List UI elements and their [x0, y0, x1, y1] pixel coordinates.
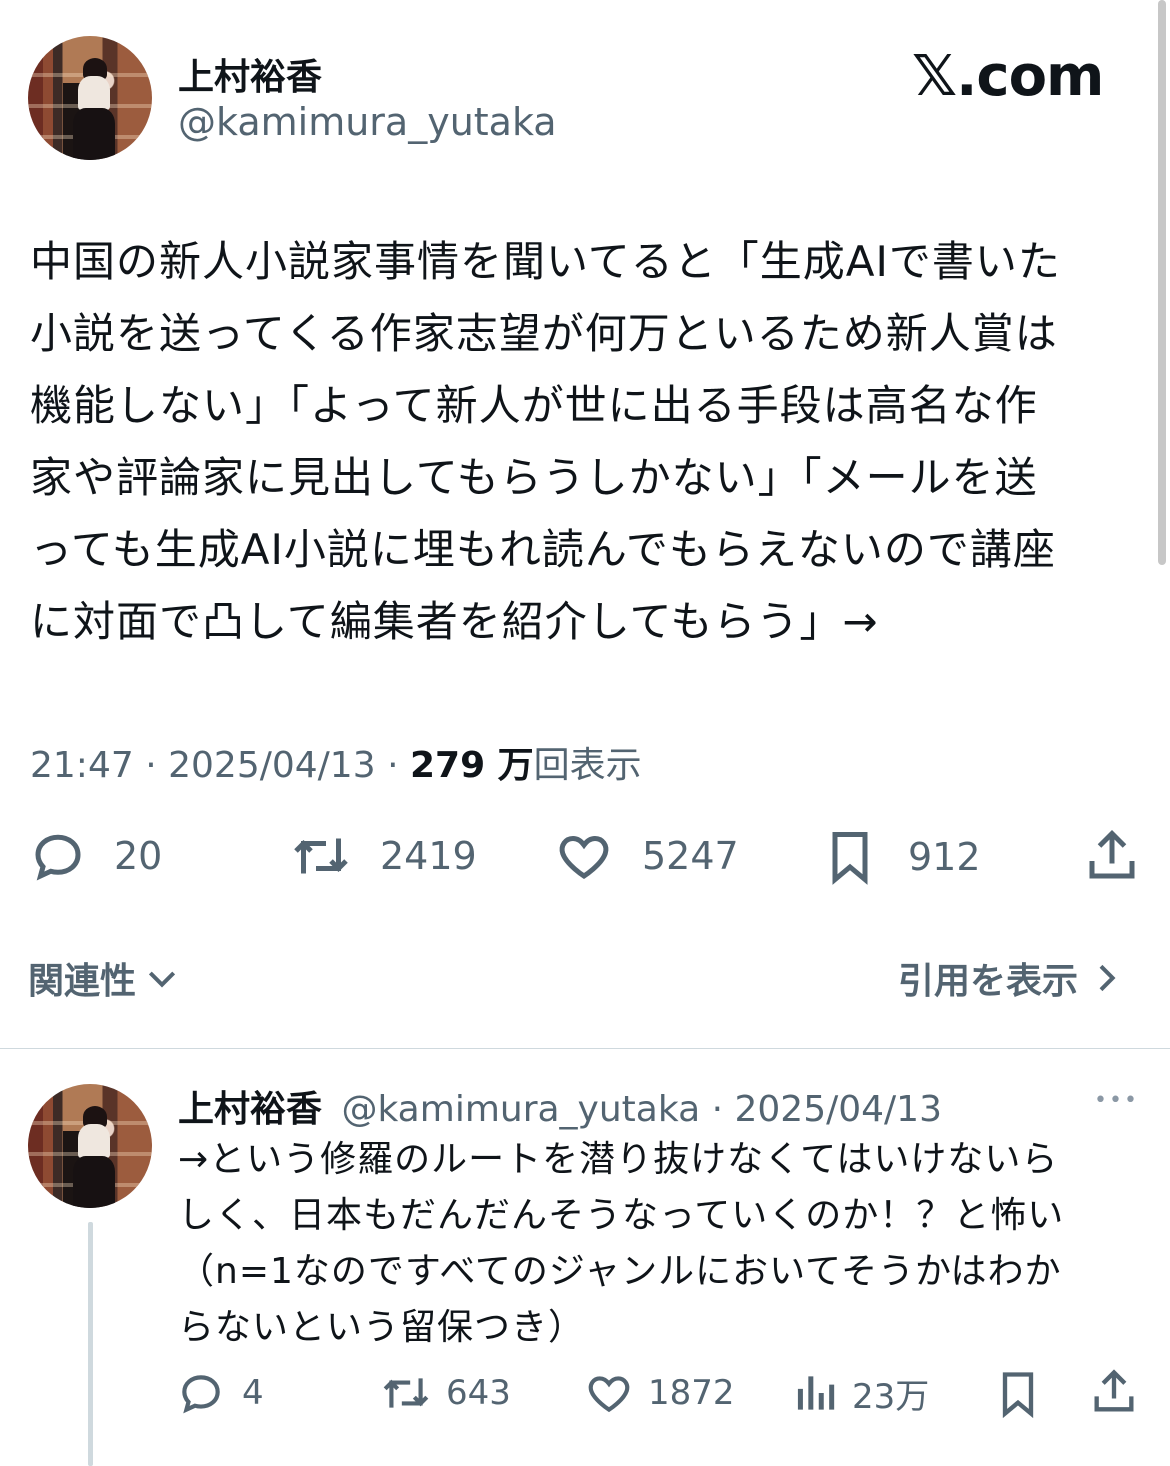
reply-header: 上村裕香 @kamimura_yutaka · 2025/04/13 — [178, 1080, 942, 1132]
chevron-down-icon — [148, 971, 176, 988]
reply-reply-count: 4 — [242, 1373, 264, 1413]
like-icon — [559, 835, 609, 879]
relevance-sort[interactable]: 関連性 — [28, 952, 182, 1004]
reply-date[interactable]: 2025/04/13 — [735, 1089, 943, 1130]
repost-icon — [383, 1378, 429, 1408]
tweet-time[interactable]: 21:47 — [30, 745, 134, 786]
reply-author-handle[interactable]: @kamimura_yutaka — [341, 1089, 700, 1130]
bookmark-count: 912 — [908, 835, 981, 879]
more-icon[interactable]: ••• — [1094, 1088, 1139, 1113]
like-count: 5247 — [642, 834, 739, 878]
like-icon — [588, 1376, 630, 1413]
tweet-meta: 21:47 · 2025/04/13 · 279 万回表示 — [30, 736, 642, 788]
reply-views-button[interactable]: 23万 — [790, 1368, 929, 1418]
bookmark-button[interactable]: 912 — [820, 826, 981, 888]
share-icon — [1089, 829, 1135, 879]
reply-text-line: →という修羅のルートを潜り抜けなくてはいけないら — [178, 1139, 1059, 1180]
tweet-text-line: 機能しない」「よって新人が世に出る手段は高名な作 — [30, 381, 1038, 430]
repost-button[interactable]: 2419 — [288, 826, 477, 886]
tweet-text-line: っても生成AI小説に埋もれ読んでもらえないので講座 — [30, 525, 1056, 574]
share-button[interactable] — [1082, 826, 1142, 886]
like-button[interactable]: 5247 — [554, 826, 739, 886]
reply-text-line: しく、日本もだんだんそうなっていくのか！？と怖い — [178, 1195, 1065, 1236]
tweet-text-line: 小説を送ってくる作家志望が何万といるため新人賞は — [30, 309, 1058, 358]
tweet-date[interactable]: 2025/04/13 — [168, 745, 376, 786]
thread-line — [88, 1222, 93, 1466]
reply-author-name[interactable]: 上村裕香 — [178, 1089, 322, 1130]
reply-share-button[interactable] — [1088, 1366, 1140, 1418]
meta-separator: · — [145, 745, 157, 786]
meta-separator: · — [711, 1089, 724, 1130]
tweet-text-line: 家や評論家に見出してもらうしかない」「メールを送 — [30, 453, 1038, 502]
relevance-label: 関連性 — [28, 961, 137, 1002]
share-icon — [1094, 1369, 1134, 1412]
reply-icon — [182, 1375, 220, 1414]
meta-separator: · — [387, 745, 399, 786]
tweet-text-line: に対面で凸して編集者を紹介してもらう」→ — [30, 597, 879, 646]
reply-text: →という修羅のルートを潜り抜けなくてはいけないら しく、日本もだんだんそうなって… — [178, 1132, 1138, 1356]
tweet-text-line: 中国の新人小説家事情を聞いてると「生成AIで書いた — [30, 237, 1061, 286]
divider — [0, 1048, 1170, 1049]
reply-bookmark-button[interactable] — [992, 1366, 1044, 1422]
reply-like-button[interactable]: 1872 — [584, 1368, 735, 1418]
reply-button[interactable]: 20 — [28, 826, 162, 886]
avatar[interactable] — [28, 36, 152, 160]
scrollbar[interactable] — [1158, 0, 1166, 565]
view-quotes-link[interactable]: 引用を表示 — [898, 952, 1126, 1004]
reply-avatar[interactable] — [28, 1084, 152, 1208]
reply-repost-button[interactable]: 643 — [378, 1368, 511, 1418]
views-count: 279 万 — [409, 745, 534, 786]
views-label: 回表示 — [533, 745, 642, 786]
reply-text-line: （n=1なのですべてのジャンルにおいてそうかはわか — [178, 1251, 1062, 1292]
repost-icon — [294, 838, 348, 874]
views-icon — [797, 1376, 835, 1410]
reply-text-line: らないという留保つき） — [178, 1307, 586, 1348]
reply-like-count: 1872 — [648, 1373, 735, 1413]
author-handle[interactable]: @kamimura_yutaka — [178, 100, 557, 144]
bookmark-icon — [832, 832, 868, 885]
reply-count: 20 — [114, 834, 163, 878]
reply-repost-count: 643 — [446, 1373, 511, 1413]
quotes-label: 引用を表示 — [898, 961, 1079, 1002]
reply-reply-button[interactable]: 4 — [176, 1368, 264, 1418]
chevron-right-icon — [1099, 964, 1116, 992]
reply-icon — [35, 834, 81, 881]
reply-views-count: 23万 — [852, 1376, 930, 1417]
tweet-text: 中国の新人小説家事情を聞いてると「生成AIで書いた 小説を送ってくる作家志望が何… — [30, 226, 1140, 658]
brand-logo: 𝕏.com — [912, 44, 1104, 109]
bookmark-icon — [1002, 1372, 1034, 1419]
author-name[interactable]: 上村裕香 — [178, 48, 322, 100]
repost-count: 2419 — [380, 834, 477, 878]
